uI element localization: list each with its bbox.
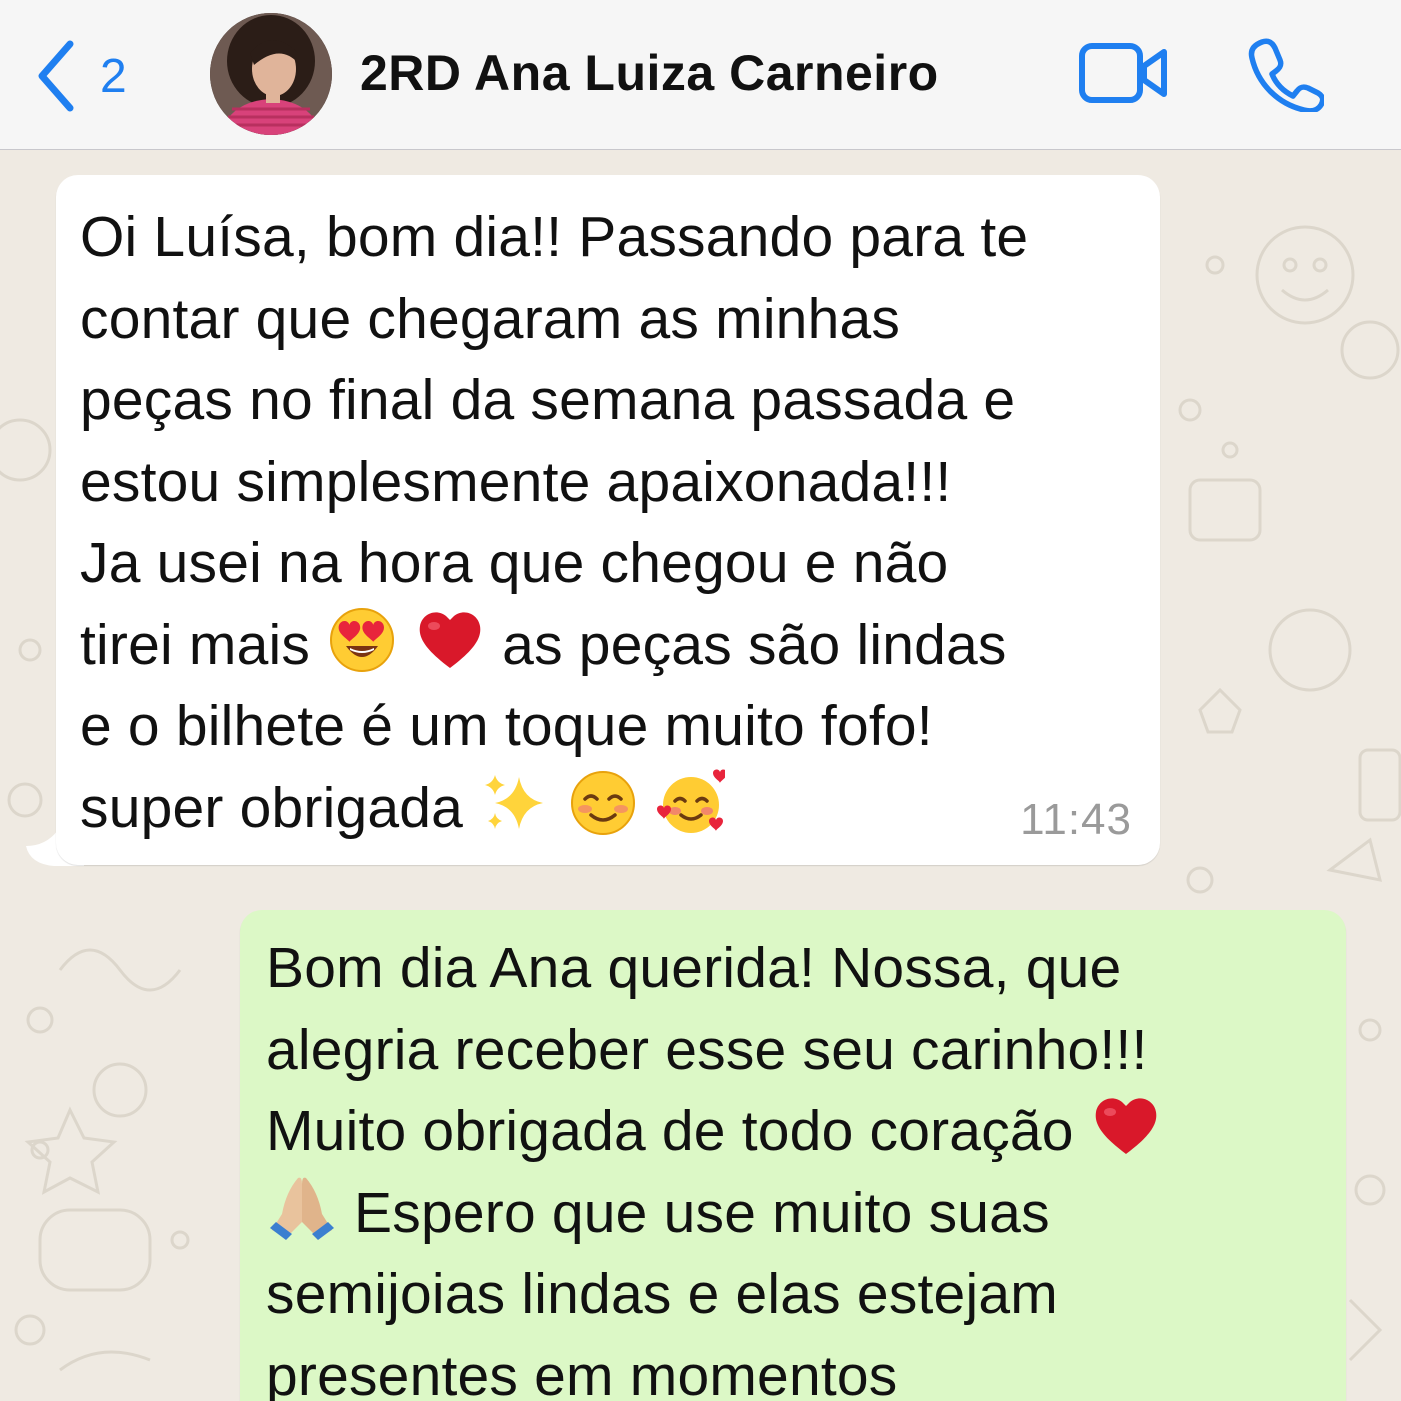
message-line: tirei mais as peças são lindas	[80, 605, 1136, 687]
unread-count: 2	[100, 49, 127, 103]
message-line: contar que chegaram as minhas	[80, 286, 901, 351]
outgoing-message-bubble[interactable]: Bom dia Ana querida! Nossa, que alegria …	[240, 910, 1346, 1401]
smiling-blush-emoji	[571, 770, 636, 835]
message-fragment: Muito obrigada de todo coração	[266, 1099, 1074, 1163]
message-line: alegria receber esse seu carinho!!!	[266, 1017, 1148, 1082]
message-line: estou simplesmente apaixonada!!!	[80, 449, 952, 514]
message-line: Ja usei na hora que chegou e não	[80, 531, 949, 595]
chat-header: 2 2RD Ana Luiza Carneiro	[0, 0, 1401, 150]
video-camera-icon[interactable]	[1078, 40, 1170, 106]
chevron-left-icon	[38, 40, 74, 112]
contact-avatar[interactable]	[210, 13, 332, 135]
incoming-message-text: Oi Luísa, bom dia!! Passando para te con…	[80, 197, 1136, 849]
contact-name[interactable]: 2RD Ana Luiza Carneiro	[360, 44, 939, 102]
message-fragment: super obrigada	[80, 775, 464, 840]
message-line: Bom dia Ana querida! Nossa, que	[266, 936, 1122, 1000]
sparkles-emoji	[485, 774, 544, 829]
outgoing-message-text: Bom dia Ana querida! Nossa, que alegria …	[266, 928, 1320, 1401]
message-line: Oi Luísa, bom dia!! Passando para te	[80, 205, 1029, 269]
message-line: Espero que use muito suas	[266, 1173, 1320, 1255]
message-fragment: Espero que use muito suas	[354, 1180, 1050, 1245]
message-line: peças no final da semana passada e	[80, 368, 1016, 432]
message-line: semijoias lindas e elas estejam	[266, 1262, 1058, 1326]
smiling-face-with-hearts-emoji	[657, 769, 726, 833]
chat-screen: 2 2RD Ana Luiza Carneiro Oi Luísa, bom d…	[0, 0, 1401, 1401]
avatar-image	[210, 13, 332, 135]
red-heart-emoji	[419, 611, 481, 668]
message-fragment: tirei mais	[80, 612, 311, 677]
back-button[interactable]: 2	[36, 38, 127, 114]
phone-icon[interactable]	[1248, 36, 1324, 112]
message-fragment: as peças são lindas	[502, 612, 1007, 677]
incoming-message-bubble[interactable]: Oi Luísa, bom dia!! Passando para te con…	[56, 175, 1160, 865]
folded-hands-emoji	[270, 1177, 334, 1240]
red-heart-emoji	[1095, 1098, 1157, 1154]
message-line: e o bilhete é um toque muito fofo!	[80, 694, 933, 758]
heart-eyes-emoji	[330, 607, 395, 672]
message-line: Muito obrigada de todo coração	[266, 1091, 1320, 1173]
message-line: super obrigada	[80, 768, 1136, 850]
message-timestamp: 11:43	[1020, 795, 1132, 844]
message-line: presentes em momentos	[266, 1343, 898, 1401]
